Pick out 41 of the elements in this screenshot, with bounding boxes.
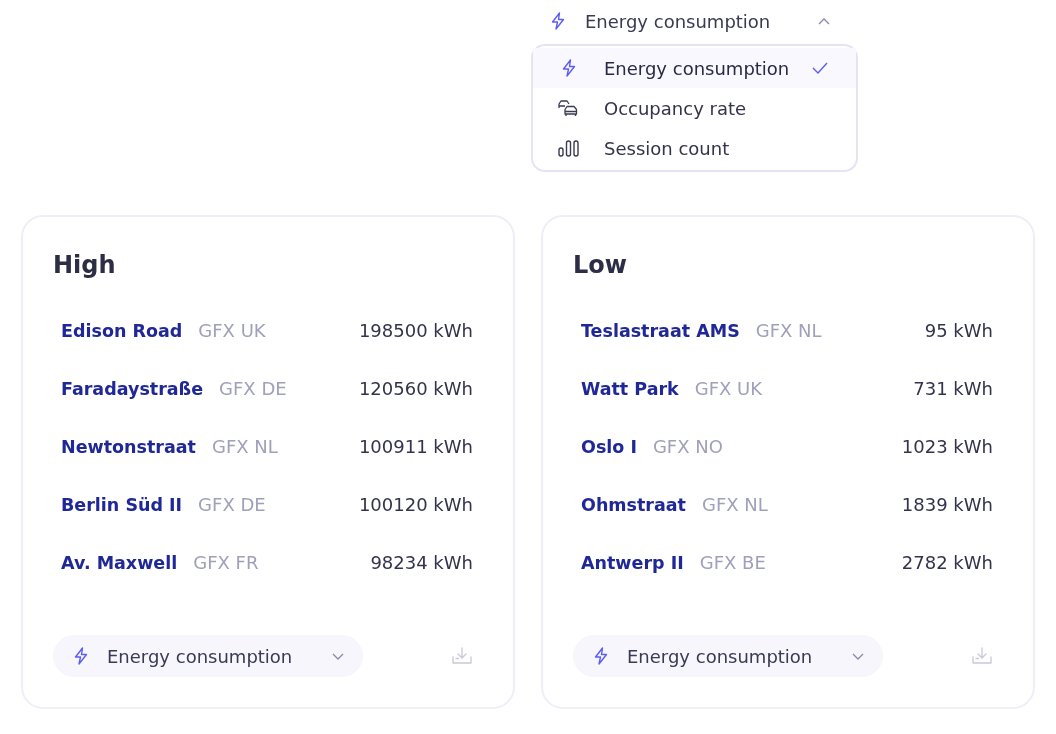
station-tag: GFX UK [198, 319, 359, 343]
menu-item[interactable]: Occupancy rate [533, 88, 856, 128]
card-title: Low [573, 250, 628, 281]
station-tag: GFX NL [211, 435, 359, 459]
station-value: 1839 kWh [901, 493, 993, 517]
station-name[interactable]: Newtonstraat [61, 435, 196, 459]
metric-dropdown[interactable]: Energy consumption [573, 635, 883, 677]
station-tag: GFX DE [198, 493, 359, 517]
station-name[interactable]: Av. Maxwell [61, 551, 178, 575]
station-tag: GFX FR [193, 551, 371, 575]
station-name[interactable]: Berlin Süd II [61, 493, 183, 517]
station-name[interactable]: Teslastraat AMS [581, 319, 740, 343]
station-name[interactable]: Edison Road [61, 319, 183, 343]
station-name[interactable]: Faradaystraße [61, 377, 204, 401]
station-name[interactable]: Oslo I [581, 435, 637, 459]
station-name[interactable]: Antwerp II [581, 551, 684, 575]
metric-dropdown[interactable]: Energy consumption [53, 635, 363, 677]
station-name[interactable]: Ohmstraat [581, 493, 686, 517]
menu-item[interactable]: Session count [533, 128, 856, 168]
station-value: 1023 kWh [901, 435, 993, 459]
station-tag: GFX NL [755, 319, 925, 343]
metric-dropdown[interactable]: Energy consumption [531, 6, 831, 36]
station-tag: GFX NL [701, 493, 902, 517]
menu-item[interactable]: Energy consumption [533, 48, 856, 88]
download-icon[interactable] [971, 646, 993, 666]
station-name[interactable]: Watt Park [581, 377, 679, 401]
download-icon[interactable] [451, 646, 473, 666]
station-value: 2782 kWh [901, 551, 993, 575]
station-tag: GFX DE [219, 377, 359, 401]
station-tag: GFX BE [699, 551, 902, 575]
station-value: 100911 kWh [358, 435, 473, 459]
station-tag: GFX UK [694, 377, 914, 401]
station-value: 198500 kWh [358, 319, 473, 343]
station-tag: GFX NO [652, 435, 902, 459]
card-title: High [53, 250, 117, 281]
station-value: 120560 kWh [358, 377, 473, 401]
station-value: 98234 kWh [370, 551, 473, 575]
station-value: 95 kWh [924, 319, 993, 343]
station-value: 731 kWh [913, 377, 993, 401]
station-value: 100120 kWh [358, 493, 473, 517]
bar-chart-icon [557, 138, 581, 158]
